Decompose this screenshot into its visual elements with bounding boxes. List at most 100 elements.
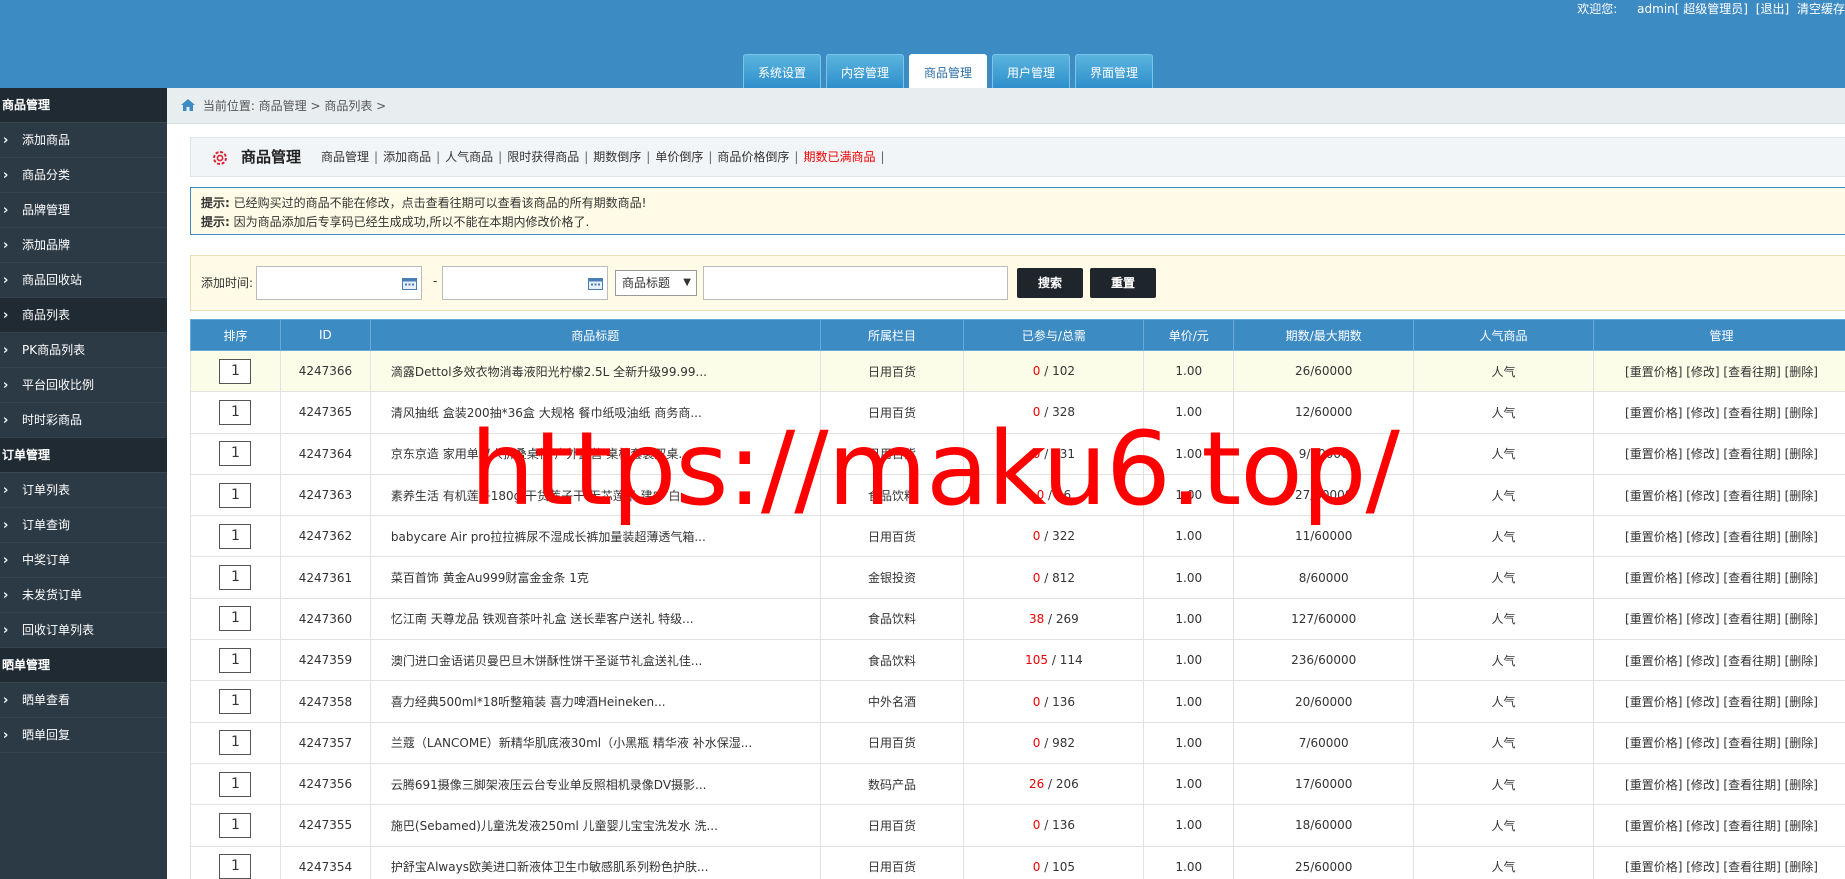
sort-input[interactable]: 1: [219, 441, 252, 467]
sort-cell: 1: [190, 556, 281, 599]
nav-tab[interactable]: 界面管理: [1075, 54, 1153, 88]
end-date-input[interactable]: [442, 266, 608, 300]
sort-input[interactable]: 1: [219, 399, 252, 425]
ops-cell[interactable]: [重置价格] [修改] [查看往期] [删除]: [1592, 762, 1845, 806]
admin-user-link[interactable]: admin[ 超级管理员]: [1637, 2, 1748, 16]
sidebar-item[interactable]: › 晒单回复: [0, 718, 167, 753]
title-cell[interactable]: 兰蔻（LANCOME）新精华肌底液30ml（小黑瓶 精华液 补水保湿...: [369, 721, 821, 764]
title-cell[interactable]: 京东京造 家用单双人折叠桌椅 户外露营 桌椅套装双桌...: [369, 432, 821, 475]
search-field-select[interactable]: 商品标题 ▼: [615, 270, 697, 296]
sort-input[interactable]: 1: [219, 523, 252, 549]
sort-input[interactable]: 1: [219, 606, 252, 632]
table-row: 1 4247359 澳门进口金语诺贝曼巴旦木饼酥性饼干圣诞节礼盒送礼佳... 食品饮料…: [190, 639, 1845, 682]
sort-input[interactable]: 1: [219, 730, 252, 756]
sidebar-item[interactable]: › 添加品牌: [0, 228, 167, 263]
sidebar-item[interactable]: › 商品分类: [0, 158, 167, 193]
ops-cell[interactable]: [重置价格] [修改] [查看往期] [删除]: [1592, 515, 1845, 558]
sidebar-item[interactable]: › 回收订单列表: [0, 613, 167, 648]
sidebar-item[interactable]: › 订单列表: [0, 473, 167, 508]
sidebar-item[interactable]: › 添加商品: [0, 123, 167, 158]
title-cell[interactable]: 菜百首饰 黄金Au999财富金金条 1克: [369, 556, 821, 599]
ops-cell[interactable]: [重置价格] [修改] [查看往期] [删除]: [1592, 391, 1845, 434]
ops-cell[interactable]: [重置价格] [修改] [查看往期] [删除]: [1592, 556, 1845, 599]
sidebar-item-label: 商品回收站: [22, 273, 83, 287]
sidebar-item[interactable]: › 商品回收站: [0, 263, 167, 298]
page-header-link[interactable]: 期数已满商品: [803, 150, 875, 164]
category-cell: 日用百货: [819, 391, 965, 434]
chevron-right-icon: ›: [3, 133, 9, 148]
title-cell[interactable]: 喜力经典500ml*18听整箱装 喜力啤酒Heineken...: [369, 680, 821, 723]
ops-cell[interactable]: [重置价格] [修改] [查看往期] [删除]: [1592, 721, 1845, 764]
period-cell: 12/60000: [1233, 391, 1415, 434]
title-cell[interactable]: 施巴(Sebamed)儿童洗发液250ml 儿童婴儿宝宝洗发水 洗...: [369, 804, 821, 847]
sidebar-item-label: 添加品牌: [22, 238, 71, 252]
sidebar-group-title: 订单管理: [0, 438, 167, 473]
sort-cell: 1: [190, 680, 281, 723]
reset-button[interactable]: 重置: [1090, 268, 1156, 298]
page-header-link[interactable]: 添加商品: [383, 150, 431, 164]
participation-cell: 0 / 322: [963, 515, 1145, 558]
clear-cache-link[interactable]: 清空缓存: [1797, 2, 1845, 16]
ops-cell[interactable]: [重置价格] [修改] [查看往期] [删除]: [1592, 845, 1845, 879]
calendar-icon[interactable]: [588, 277, 603, 290]
title-cell[interactable]: 忆江南 天尊龙品 铁观音茶叶礼盒 送长辈客户送礼 特级...: [369, 597, 821, 641]
sidebar-item[interactable]: › 中奖订单: [0, 543, 167, 578]
hot-cell: 人气: [1413, 597, 1594, 641]
sidebar-item[interactable]: › 订单查询: [0, 508, 167, 543]
sidebar-item[interactable]: › 商品列表: [0, 298, 167, 333]
page-header-link[interactable]: 商品价格倒序: [717, 150, 789, 164]
sort-cell: 1: [190, 391, 281, 434]
sidebar-item[interactable]: › 平台回收比例: [0, 368, 167, 403]
sidebar-item[interactable]: › 晒单查看: [0, 683, 167, 718]
ops-cell[interactable]: [重置价格] [修改] [查看往期] [删除]: [1592, 349, 1845, 393]
breadcrumb: 当前位置: 商品管理 > 商品列表 >: [167, 88, 1845, 124]
logout-link[interactable]: [退出]: [1756, 2, 1789, 16]
page-header-link[interactable]: 人气商品: [445, 150, 493, 164]
sidebar-item[interactable]: › 未发货订单: [0, 578, 167, 613]
title-cell[interactable]: 护舒宝Always欧美进口新液体卫生巾敏感肌系列粉色护肤...: [369, 845, 821, 879]
page-header-link[interactable]: 商品管理: [321, 150, 369, 164]
sort-input[interactable]: 1: [219, 812, 252, 838]
ops-cell[interactable]: [重置价格] [修改] [查看往期] [删除]: [1592, 473, 1845, 517]
sort-input[interactable]: 1: [219, 689, 252, 715]
ops-cell[interactable]: [重置价格] [修改] [查看往期] [删除]: [1592, 804, 1845, 847]
ops-cell[interactable]: [重置价格] [修改] [查看往期] [删除]: [1592, 597, 1845, 641]
table-row: 1 4247365 清风抽纸 盒装200抽*36盒 大规格 餐巾纸吸油纸 商务商..…: [190, 391, 1845, 434]
keyword-input[interactable]: [703, 266, 1008, 300]
title-cell[interactable]: 云腾691摄像三脚架液压云台专业单反照相机录像DV摄影...: [369, 762, 821, 806]
id-cell: 4247363: [279, 473, 371, 517]
id-cell: 4247358: [279, 680, 371, 723]
sidebar-item[interactable]: › PK商品列表: [0, 333, 167, 368]
id-cell: 4247364: [279, 432, 371, 475]
sort-input[interactable]: 1: [219, 854, 252, 879]
page-header-link[interactable]: 期数倒序: [593, 150, 641, 164]
sort-input[interactable]: 1: [219, 565, 252, 591]
sort-input[interactable]: 1: [219, 647, 252, 673]
nav-tab[interactable]: 用户管理: [992, 54, 1070, 88]
title-cell[interactable]: babycare Air pro拉拉裤尿不湿成长裤加量装超薄透气箱...: [369, 515, 821, 558]
ops-cell[interactable]: [重置价格] [修改] [查看往期] [删除]: [1592, 680, 1845, 723]
start-date-input[interactable]: [256, 266, 422, 300]
search-button[interactable]: 搜索: [1017, 268, 1083, 298]
sort-input[interactable]: 1: [219, 482, 252, 508]
table-row: 1 4247366 滴露Dettol多效衣物消毒液阳光柠檬2.5L 全新升级99.9…: [190, 349, 1845, 393]
ops-cell[interactable]: [重置价格] [修改] [查看往期] [删除]: [1592, 432, 1845, 475]
calendar-icon[interactable]: [402, 277, 417, 290]
title-cell[interactable]: 滴露Dettol多效衣物消毒液阳光柠檬2.5L 全新升级99.99...: [369, 349, 821, 393]
nav-tab[interactable]: 商品管理: [909, 54, 987, 88]
nav-tab[interactable]: 系统设置: [743, 54, 821, 88]
sidebar-item[interactable]: › 时时彩商品: [0, 403, 167, 438]
ops-cell[interactable]: [重置价格] [修改] [查看往期] [删除]: [1592, 639, 1845, 682]
page-header-link[interactable]: 单价倒序: [655, 150, 703, 164]
sort-input[interactable]: 1: [219, 771, 252, 797]
link-separator: |: [794, 150, 799, 164]
page-header-link[interactable]: 限时获得商品: [507, 150, 579, 164]
sidebar-item[interactable]: › 品牌管理: [0, 193, 167, 228]
nav-tab[interactable]: 内容管理: [826, 54, 904, 88]
title-cell[interactable]: 素养生活 有机莲子180g 干货莲子干 无芯莲子 建宁 白...: [369, 473, 821, 517]
title-cell[interactable]: 清风抽纸 盒装200抽*36盒 大规格 餐巾纸吸油纸 商务商...: [369, 391, 821, 434]
sidebar-item-label: 商品列表: [22, 308, 71, 322]
sort-input[interactable]: 1: [219, 358, 252, 384]
title-cell[interactable]: 澳门进口金语诺贝曼巴旦木饼酥性饼干圣诞节礼盒送礼佳...: [369, 639, 821, 682]
chevron-right-icon: ›: [3, 728, 9, 743]
